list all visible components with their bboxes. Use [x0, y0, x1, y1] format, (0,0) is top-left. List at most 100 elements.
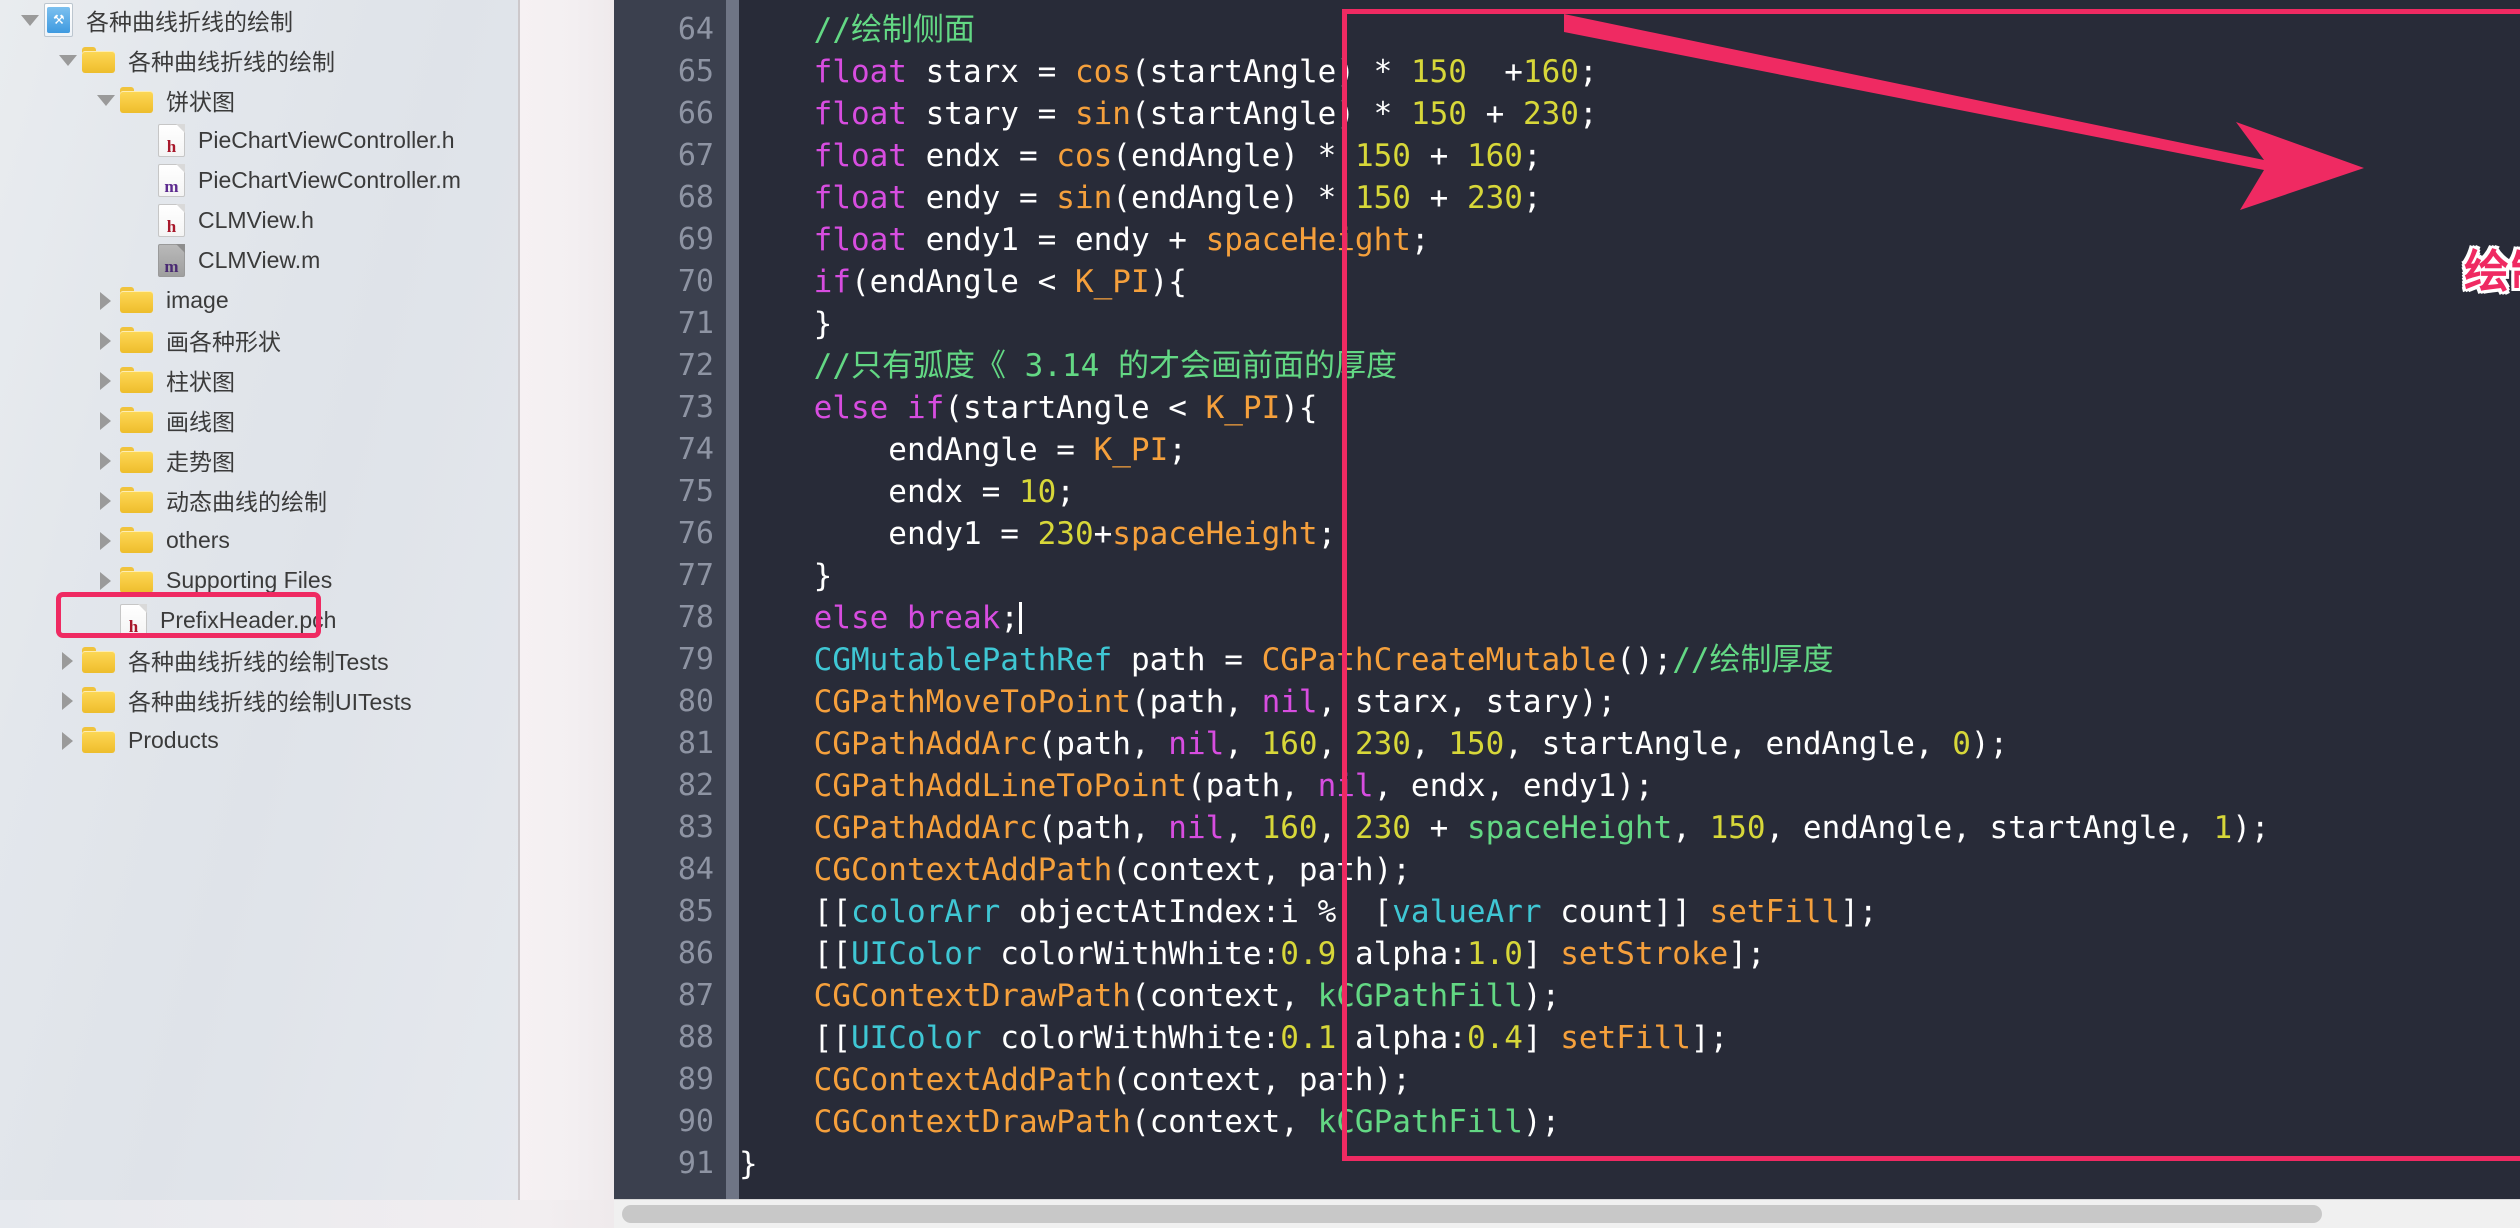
- code-line[interactable]: CGPathMoveToPoint(path, nil, starx, star…: [739, 681, 2520, 723]
- code-token: ,: [1224, 726, 1261, 762]
- project-navigator-list[interactable]: ⚒各种曲线折线的绘制各种曲线折线的绘制饼状图hPieChartViewContr…: [0, 0, 518, 760]
- chevron-down-icon[interactable]: [56, 49, 78, 71]
- code-token: [[: [739, 936, 851, 972]
- code-line[interactable]: endAngle = K_PI;: [739, 429, 2520, 471]
- code-token: cos: [1075, 54, 1131, 90]
- code-line[interactable]: [[UIColor colorWithWhite:0.9 alpha:1.0] …: [739, 933, 2520, 975]
- navigator-item[interactable]: hPrefixHeader.pch: [0, 600, 518, 640]
- code-line[interactable]: CGContextDrawPath(context, kCGPathFill);: [739, 1101, 2520, 1143]
- code-token: [739, 768, 814, 804]
- navigator-item[interactable]: image: [0, 280, 518, 320]
- code-line[interactable]: else if(startAngle < K_PI){: [739, 387, 2520, 429]
- code-token: nil: [1168, 810, 1224, 846]
- code-token: (context,: [1131, 1104, 1318, 1140]
- navigator-item[interactable]: 柱状图: [0, 360, 518, 400]
- code-text-area[interactable]: //绘制侧面 float starx = cos(startAngle) * 1…: [739, 0, 2520, 1228]
- code-line[interactable]: CGContextAddPath(context, path);: [739, 849, 2520, 891]
- navigator-item[interactable]: 走势图: [0, 440, 518, 480]
- code-token: ){: [1150, 264, 1187, 300]
- line-number: 71: [614, 303, 714, 345]
- code-token: spaceHeight: [1112, 516, 1317, 552]
- navigator-item[interactable]: ⚒各种曲线折线的绘制: [0, 0, 518, 40]
- code-token: (context, path);: [1112, 852, 1411, 888]
- navigator-item[interactable]: 各种曲线折线的绘制: [0, 40, 518, 80]
- chevron-right-icon[interactable]: [94, 529, 116, 551]
- chevron-right-icon[interactable]: [56, 689, 78, 711]
- code-line[interactable]: }: [739, 555, 2520, 597]
- navigator-item[interactable]: 各种曲线折线的绘制UITests: [0, 680, 518, 720]
- code-line[interactable]: }: [739, 303, 2520, 345]
- code-token: [[: [739, 1020, 851, 1056]
- navigator-item[interactable]: hPieChartViewController.h: [0, 120, 518, 160]
- navigator-item[interactable]: mCLMView.m: [0, 240, 518, 280]
- navigator-item[interactable]: others: [0, 520, 518, 560]
- chevron-right-icon[interactable]: [94, 409, 116, 431]
- code-line[interactable]: float endy = sin(endAngle) * 150 + 230;: [739, 177, 2520, 219]
- code-token: (context, path);: [1112, 1062, 1411, 1098]
- code-line[interactable]: CGPathAddLineToPoint(path, nil, endx, en…: [739, 765, 2520, 807]
- navigator-item-label: others: [164, 527, 230, 554]
- code-line[interactable]: CGContextAddPath(context, path);: [739, 1059, 2520, 1101]
- code-token: endy1 = endy +: [907, 222, 1206, 258]
- line-number: 76: [614, 513, 714, 555]
- code-token: );: [1971, 726, 2008, 762]
- chevron-down-icon[interactable]: [18, 9, 40, 31]
- navigator-item[interactable]: mPieChartViewController.m: [0, 160, 518, 200]
- chevron-right-icon[interactable]: [94, 449, 116, 471]
- code-token: (startAngle) *: [1131, 96, 1411, 132]
- code-line[interactable]: CGPathAddArc(path, nil, 160, 230 + space…: [739, 807, 2520, 849]
- code-token: //绘制侧面: [814, 12, 975, 48]
- chevron-right-icon[interactable]: [94, 569, 116, 591]
- code-token: ;: [1056, 474, 1075, 510]
- code-line[interactable]: endy1 = 230+spaceHeight;: [739, 513, 2520, 555]
- navigator-item[interactable]: 各种曲线折线的绘制Tests: [0, 640, 518, 680]
- code-token: 230: [1467, 180, 1523, 216]
- code-line[interactable]: //只有弧度《 3.14 的才会画前面的厚度: [739, 345, 2520, 387]
- navigator-item[interactable]: 动态曲线的绘制: [0, 480, 518, 520]
- chevron-down-icon[interactable]: [94, 89, 116, 111]
- chevron-right-icon[interactable]: [94, 369, 116, 391]
- navigator-item[interactable]: 画线图: [0, 400, 518, 440]
- code-line[interactable]: CGMutablePathRef path = CGPathCreateMuta…: [739, 639, 2520, 681]
- chevron-right-icon[interactable]: [56, 729, 78, 751]
- code-line[interactable]: float endy1 = endy + spaceHeight;: [739, 219, 2520, 261]
- code-folding-ribbon[interactable]: [726, 0, 739, 1228]
- code-line[interactable]: [[UIColor colorWithWhite:0.1 alpha:0.4] …: [739, 1017, 2520, 1059]
- navigator-item[interactable]: 画各种形状: [0, 320, 518, 360]
- code-line[interactable]: float endx = cos(endAngle) * 150 + 160;: [739, 135, 2520, 177]
- code-token: , starx, stary);: [1318, 684, 1617, 720]
- sidebar-divider[interactable]: [518, 0, 520, 1228]
- chevron-right-icon[interactable]: [56, 649, 78, 671]
- code-line[interactable]: else break;: [739, 597, 2520, 639]
- code-line[interactable]: if(endAngle < K_PI){: [739, 261, 2520, 303]
- code-token: kCGPathFill: [1318, 978, 1523, 1014]
- code-token: }: [739, 558, 832, 594]
- horizontal-scrollbar[interactable]: [614, 1199, 2520, 1228]
- twisty-spacer-icon: [94, 609, 116, 631]
- navigator-item[interactable]: 饼状图: [0, 80, 518, 120]
- navigator-item[interactable]: hCLMView.h: [0, 200, 518, 240]
- navigator-item[interactable]: Products: [0, 720, 518, 760]
- code-line[interactable]: endx = 10;: [739, 471, 2520, 513]
- code-token: (startAngle <: [944, 390, 1205, 426]
- code-line[interactable]: float starx = cos(startAngle) * 150 +160…: [739, 51, 2520, 93]
- code-line[interactable]: }: [739, 1143, 2520, 1185]
- code-token: 0.4: [1467, 1020, 1523, 1056]
- code-editor[interactable]: 6465666768697071727374757677787980818283…: [614, 0, 2520, 1228]
- code-line[interactable]: [[colorArr objectAtIndex:i % [valueArr c…: [739, 891, 2520, 933]
- code-token: endAngle =: [739, 432, 1094, 468]
- chevron-right-icon[interactable]: [94, 289, 116, 311]
- horizontal-scrollbar-thumb[interactable]: [622, 1205, 2322, 1223]
- code-line[interactable]: CGPathAddArc(path, nil, 160, 230, 150, s…: [739, 723, 2520, 765]
- navigator-item[interactable]: Supporting Files: [0, 560, 518, 600]
- project-navigator-sidebar[interactable]: ⚒各种曲线折线的绘制各种曲线折线的绘制饼状图hPieChartViewContr…: [0, 0, 518, 1228]
- code-token: kCGPathFill: [1318, 1104, 1523, 1140]
- chevron-right-icon[interactable]: [94, 329, 116, 351]
- code-line[interactable]: //绘制侧面: [739, 9, 2520, 51]
- line-number: 68: [614, 177, 714, 219]
- code-line[interactable]: CGContextDrawPath(context, kCGPathFill);: [739, 975, 2520, 1017]
- code-token: [739, 96, 814, 132]
- code-line[interactable]: float stary = sin(startAngle) * 150 + 23…: [739, 93, 2520, 135]
- chevron-right-icon[interactable]: [94, 489, 116, 511]
- code-token: (endAngle) *: [1112, 138, 1355, 174]
